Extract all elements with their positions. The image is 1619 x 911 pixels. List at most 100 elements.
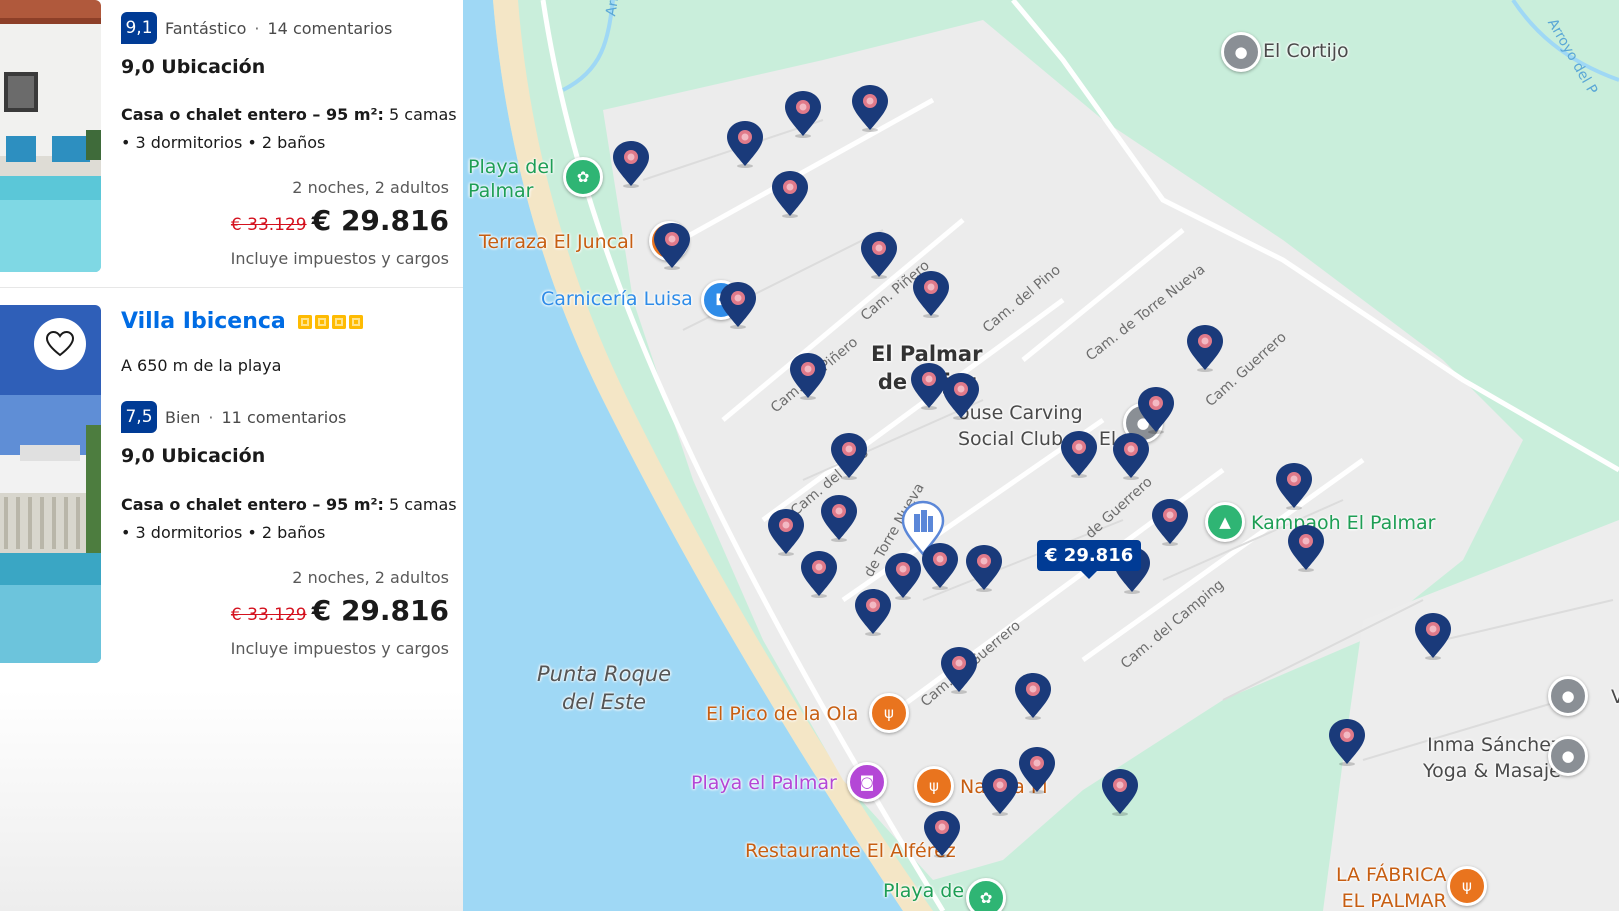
price-row: € 33.129 € 29.816 [121,594,449,627]
label-carving-club[interactable]: ouse Carving Social Club en El... [958,400,1134,452]
star-icon [297,314,312,329]
review-score: 7,5 [121,401,157,433]
poi-v-icon[interactable]: ● [1548,676,1588,716]
property-pin-icon[interactable] [859,231,899,279]
unit-rooms: • 3 dormitorios • 2 baños [121,133,326,152]
campground-icon[interactable]: ▲ [1205,502,1245,542]
poi-beach-icon[interactable]: ✿ [563,157,603,197]
property-pin-icon[interactable] [853,588,893,636]
poi-cortijo-icon[interactable]: ● [1221,32,1261,72]
unit-beds: 5 camas [389,495,457,514]
listing-photo-1[interactable] [0,0,101,272]
label-el-pico-de-la-ola[interactable]: El Pico de la Ola [706,703,858,725]
property-pin-icon[interactable] [1013,672,1053,720]
map-view[interactable]: El Cortijo Playa del Palmar Terraza El J… [463,0,1619,911]
property-pin-icon[interactable] [980,768,1020,816]
star-rating [297,314,363,329]
property-pin-icon[interactable] [1327,718,1367,766]
property-pin-icon[interactable] [1413,612,1453,660]
property-pin-icon[interactable] [725,120,765,168]
title-row: Villa Ibicenca [121,309,363,334]
label-la-fabrica[interactable]: LA FÁBRICA, EL PALMAR [1336,862,1452,911]
rating-row: 9,1 Fantástico · 14 comentarios [121,12,392,44]
property-pin-icon[interactable] [1111,432,1151,480]
property-pin-icon[interactable] [819,494,859,542]
poi-beach-icon[interactable]: ✿ [966,878,1006,911]
stay-summary: 2 noches, 2 adultos [292,568,449,587]
property-pin-icon[interactable] [941,372,981,420]
beach-distance: A 650 m de la playa [121,356,282,375]
score-label: Bien [165,407,201,427]
property-pin-icon[interactable] [1017,746,1057,794]
taxes-note: Incluye impuestos y cargos [230,249,449,268]
label-inma-sanchez[interactable]: Inma Sánchez Yoga & Masaje [1423,732,1561,784]
label-playa-el-palmar[interactable]: Playa el Palmar [691,772,837,794]
star-icon [314,314,329,329]
original-price: € 33.129 [230,605,307,625]
location-score: 9,0 Ubicación [121,445,266,467]
property-pin-icon[interactable] [1286,524,1326,572]
listing-card-1[interactable]: 9,1 Fantástico · 14 comentarios 9,0 Ubic… [0,0,463,287]
property-pin-icon[interactable] [788,352,828,400]
original-price: € 33.129 [230,215,307,235]
property-pin-icon[interactable] [964,544,1004,592]
star-icon [331,314,346,329]
property-pin-icon[interactable] [920,542,960,590]
label-playa-de[interactable]: Playa de [883,880,964,902]
property-pin-icon[interactable] [799,550,839,598]
taxes-note: Incluye impuestos y cargos [230,639,449,658]
restaurant-icon[interactable]: ψ [914,766,954,806]
save-favorite-button[interactable] [34,318,86,370]
property-pin-icon[interactable] [1136,386,1176,434]
current-price: € 29.816 [311,204,449,237]
label-el-cortijo[interactable]: El Cortijo [1263,40,1349,62]
property-pin-icon[interactable] [766,508,806,556]
card-divider [0,287,463,288]
unit-type: Casa o chalet entero – 95 m²: [121,105,384,124]
property-pin-icon[interactable] [829,432,869,480]
label-kampaoh[interactable]: Kampaoh El Palmar [1251,512,1436,534]
property-pin-icon[interactable] [783,90,823,138]
label-terraza-el-juncal[interactable]: Terraza El Juncal [479,231,634,253]
property-pin-icon[interactable] [1150,498,1190,546]
label-punta-roque: Punta Roque del Este [537,662,672,714]
review-count[interactable]: 11 comentarios [222,408,347,427]
review-count[interactable]: 14 comentarios [268,19,393,38]
property-pin-icon[interactable] [1059,430,1099,478]
property-pin-icon[interactable] [922,810,962,858]
restaurant-icon[interactable]: ψ [869,693,909,733]
selected-price-marker[interactable]: € 29.816 [1037,540,1142,579]
unit-beds: 5 camas [389,105,457,124]
property-pin-icon[interactable] [770,170,810,218]
camera-icon[interactable]: ◙ [847,762,887,802]
unit-description: Casa o chalet entero – 95 m²: 5 camas • … [121,101,461,157]
panel-fade [0,690,463,911]
restaurant-icon[interactable]: ψ [1447,866,1487,906]
property-pin-icon[interactable] [1185,324,1225,372]
property-pin-icon[interactable] [652,222,692,270]
unit-type: Casa o chalet entero – 95 m²: [121,495,384,514]
label-playa-del-palmar[interactable]: Playa del Palmar [468,155,554,203]
house-pool-photo [0,0,101,272]
score-label: Fantástico [165,18,247,38]
property-pin-icon[interactable] [611,140,651,188]
property-pin-icon[interactable] [1100,768,1140,816]
unit-description: Casa o chalet entero – 95 m²: 5 camas • … [121,491,461,547]
poi-yoga-icon[interactable]: ● [1548,736,1588,776]
listing-card-2[interactable]: Villa Ibicenca A 650 m de la playa 7,5 B… [0,305,463,675]
property-pin-icon[interactable] [939,646,979,694]
property-pin-icon[interactable] [1274,462,1314,510]
listing-title[interactable]: Villa Ibicenca [121,309,286,334]
unit-rooms: • 3 dormitorios • 2 baños [121,523,326,542]
label-carniceria-luisa[interactable]: Carnicería Luisa [541,288,693,310]
property-pin-icon[interactable] [718,281,758,329]
location-score: 9,0 Ubicación [121,56,266,78]
rating-row: 7,5 Bien · 11 comentarios [121,401,346,433]
stay-summary: 2 noches, 2 adultos [292,178,449,197]
results-panel: 9,1 Fantástico · 14 comentarios 9,0 Ubic… [0,0,463,911]
label-v-cut[interactable]: V [1611,686,1619,708]
heart-icon [45,330,75,357]
property-pin-icon[interactable] [911,270,951,318]
review-score: 9,1 [121,12,157,44]
property-pin-icon[interactable] [850,84,890,132]
